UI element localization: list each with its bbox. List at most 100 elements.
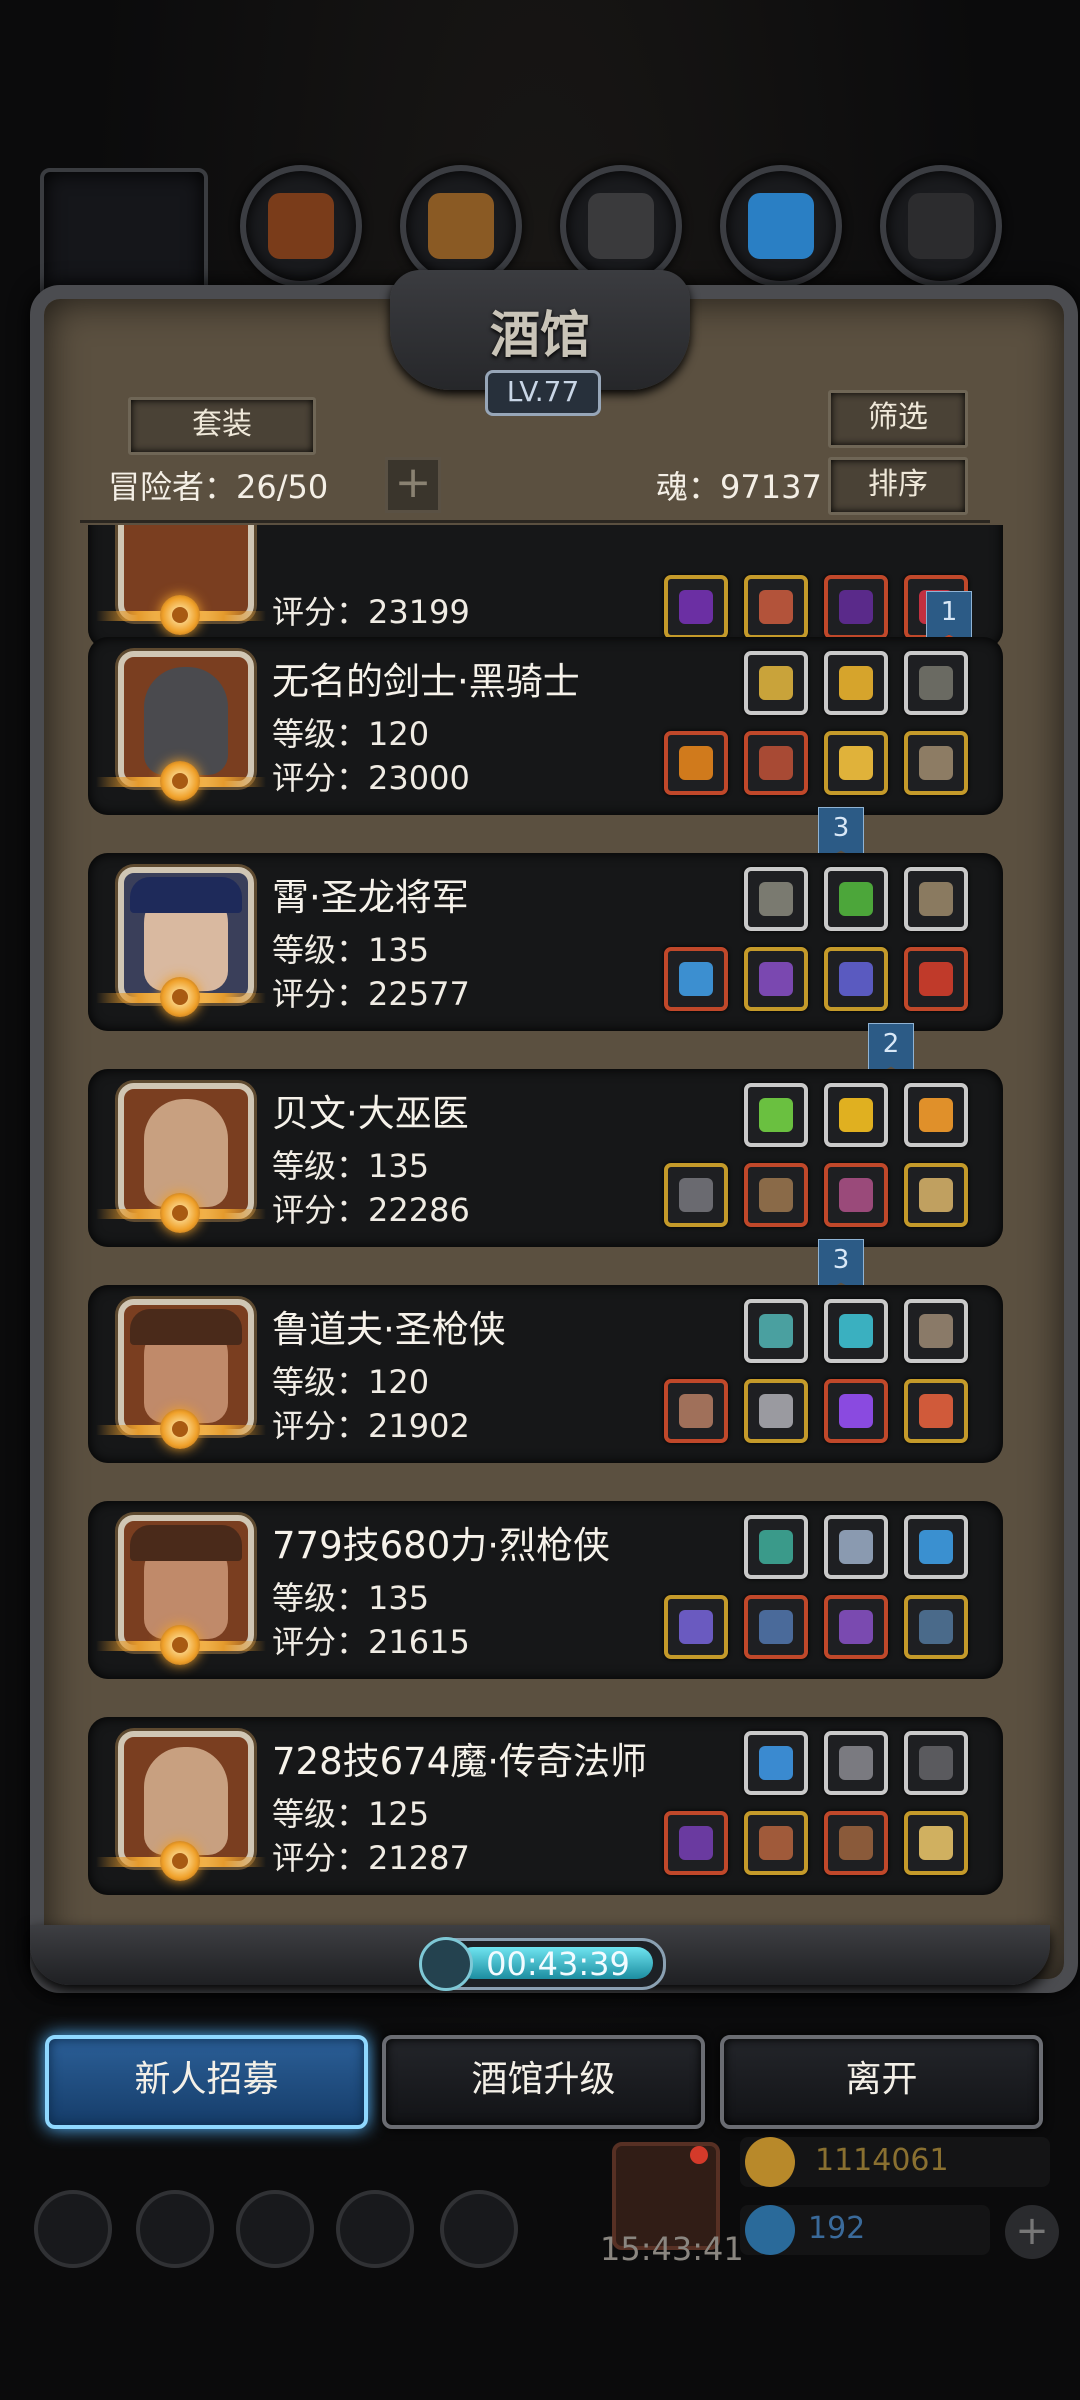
crystal-icon[interactable]: [904, 1811, 968, 1875]
gem-icon[interactable]: [744, 1083, 808, 1147]
armor-icon[interactable]: [744, 1163, 808, 1227]
chest-armor-icon[interactable]: [904, 1299, 968, 1363]
refresh-timer: 00:43:39: [419, 1937, 666, 1991]
settings-icon[interactable]: [34, 2190, 112, 2268]
hero-card[interactable]: 779技680力·烈枪侠 等级：135 评分：21615: [88, 1501, 1003, 1679]
horn-icon[interactable]: [904, 651, 968, 715]
hero-card[interactable]: 评分：23199: [88, 525, 1003, 649]
page-title: 酒馆: [490, 306, 590, 364]
hero-level: 等级：125: [272, 1795, 430, 1833]
gold-amount: 1114061: [815, 2143, 949, 2178]
ring-icon[interactable]: [824, 731, 888, 795]
spear-icon[interactable]: [664, 731, 728, 795]
hero-card[interactable]: 贝文·大巫医 等级：135 评分：22286: [88, 1069, 1003, 1247]
rifle-icon[interactable]: [664, 1379, 728, 1443]
medal-icon: [160, 1409, 200, 1449]
pistol-icon[interactable]: [664, 1595, 728, 1659]
notification-dot: [690, 2146, 708, 2164]
armor-icon[interactable]: [744, 1379, 808, 1443]
hero-card[interactable]: 728技674魔·传奇法师 等级：125 评分：21287: [88, 1717, 1003, 1895]
hero-score: 评分：22286: [272, 1191, 470, 1229]
armor-icon[interactable]: [744, 575, 808, 639]
orb-icon[interactable]: [744, 1515, 808, 1579]
hero-name: 779技680力·烈枪侠: [272, 1524, 611, 1567]
tab-leather-icon[interactable]: [240, 165, 362, 287]
stone-icon[interactable]: [824, 1299, 888, 1363]
hero-card[interactable]: 无名的剑士·黑骑士 等级：120 评分：23000: [88, 637, 1003, 815]
tab-ore-icon[interactable]: [560, 165, 682, 287]
medal-icon: [160, 1193, 200, 1233]
achievement-icon[interactable]: [136, 2190, 214, 2268]
amulet-icon[interactable]: [824, 575, 888, 639]
crystal-icon[interactable]: [824, 1379, 888, 1443]
armor-icon[interactable]: [744, 947, 808, 1011]
gem-amount: 192: [808, 2211, 866, 2246]
guild-icon[interactable]: [236, 2190, 314, 2268]
hero-name: 728技674魔·传奇法师: [272, 1740, 648, 1783]
leave-button[interactable]: 离开: [720, 2035, 1043, 2129]
hero-level: 等级：120: [272, 1363, 430, 1401]
charm-icon[interactable]: [744, 651, 808, 715]
game-clock: 15:43:41: [600, 2230, 744, 2268]
tavern-level-badge: LV.77: [485, 370, 601, 416]
hero-list[interactable]: 评分：23199 1 无名的剑士·黑骑士 等级：120 评分：23000 3 霄…: [60, 525, 1020, 1905]
hero-name: 贝文·大巫医: [272, 1092, 469, 1135]
hero-card[interactable]: 鲁道夫·圣枪侠 等级：120 评分：21902: [88, 1285, 1003, 1463]
gauntlet-icon[interactable]: [904, 1595, 968, 1659]
hero-score: 评分：21287: [272, 1839, 470, 1877]
sword-icon[interactable]: [664, 947, 728, 1011]
shop-icon[interactable]: [440, 2190, 518, 2268]
hero-card[interactable]: 霄·圣龙将军 等级：135 评分：22577: [88, 853, 1003, 1031]
filter-button[interactable]: 筛选: [828, 390, 968, 448]
hero-level: 等级：135: [272, 931, 430, 969]
sort-button[interactable]: 排序: [828, 457, 968, 515]
shield-icon[interactable]: [904, 947, 968, 1011]
hero-level: 等级：135: [272, 1579, 430, 1617]
book-icon[interactable]: [904, 1163, 968, 1227]
weapon-icon[interactable]: [664, 575, 728, 639]
upgrade-tavern-button[interactable]: 酒馆升级: [382, 2035, 705, 2129]
tab-wood-icon[interactable]: [400, 165, 522, 287]
lantern-icon[interactable]: [824, 651, 888, 715]
tab-anvil-icon[interactable]: [880, 165, 1002, 287]
medal-icon: [160, 595, 200, 635]
add-gems-button[interactable]: +: [1005, 2205, 1059, 2259]
outfit-button[interactable]: 套装: [128, 397, 316, 455]
recruit-button[interactable]: 新人招募: [45, 2035, 368, 2129]
add-slot-button[interactable]: +: [385, 457, 441, 513]
horn-icon[interactable]: [904, 867, 968, 931]
medal-icon: [160, 1841, 200, 1881]
wand-icon[interactable]: [664, 1811, 728, 1875]
header-divider: [80, 520, 990, 523]
pendant-icon[interactable]: [904, 1379, 968, 1443]
orb-icon[interactable]: [744, 1299, 808, 1363]
medal-icon: [160, 977, 200, 1017]
armor-icon[interactable]: [744, 1595, 808, 1659]
scroll-icon[interactable]: [904, 1083, 968, 1147]
armor-icon[interactable]: [744, 731, 808, 795]
mail-icon[interactable]: [336, 2190, 414, 2268]
timer-text: 00:43:39: [486, 1945, 630, 1983]
tab-crystal-icon[interactable]: [720, 165, 842, 287]
gauntlet-icon[interactable]: [904, 731, 968, 795]
sigil-icon[interactable]: [824, 1515, 888, 1579]
hero-name: 霄·圣龙将军: [272, 876, 469, 919]
lantern-icon[interactable]: [824, 867, 888, 931]
apple-icon[interactable]: [824, 1083, 888, 1147]
chest-icon[interactable]: [824, 1811, 888, 1875]
orb-icon[interactable]: [744, 1731, 808, 1795]
necklace-icon[interactable]: [904, 1515, 968, 1579]
adventurer-count: 冒险者：26/50: [108, 468, 329, 506]
necklace-icon[interactable]: [824, 947, 888, 1011]
hero-name: 无名的剑士·黑骑士: [272, 660, 580, 703]
mask-icon[interactable]: [824, 1731, 888, 1795]
hero-score: 评分：21902: [272, 1407, 470, 1445]
helmet-icon[interactable]: [744, 867, 808, 931]
hero-level: 等级：120: [272, 715, 430, 753]
dagger-icon[interactable]: [904, 1731, 968, 1795]
staff-icon[interactable]: [664, 1163, 728, 1227]
armor-icon[interactable]: [744, 1811, 808, 1875]
hero-level: 等级：135: [272, 1147, 430, 1185]
mask-icon[interactable]: [824, 1595, 888, 1659]
amulet-icon[interactable]: [824, 1163, 888, 1227]
